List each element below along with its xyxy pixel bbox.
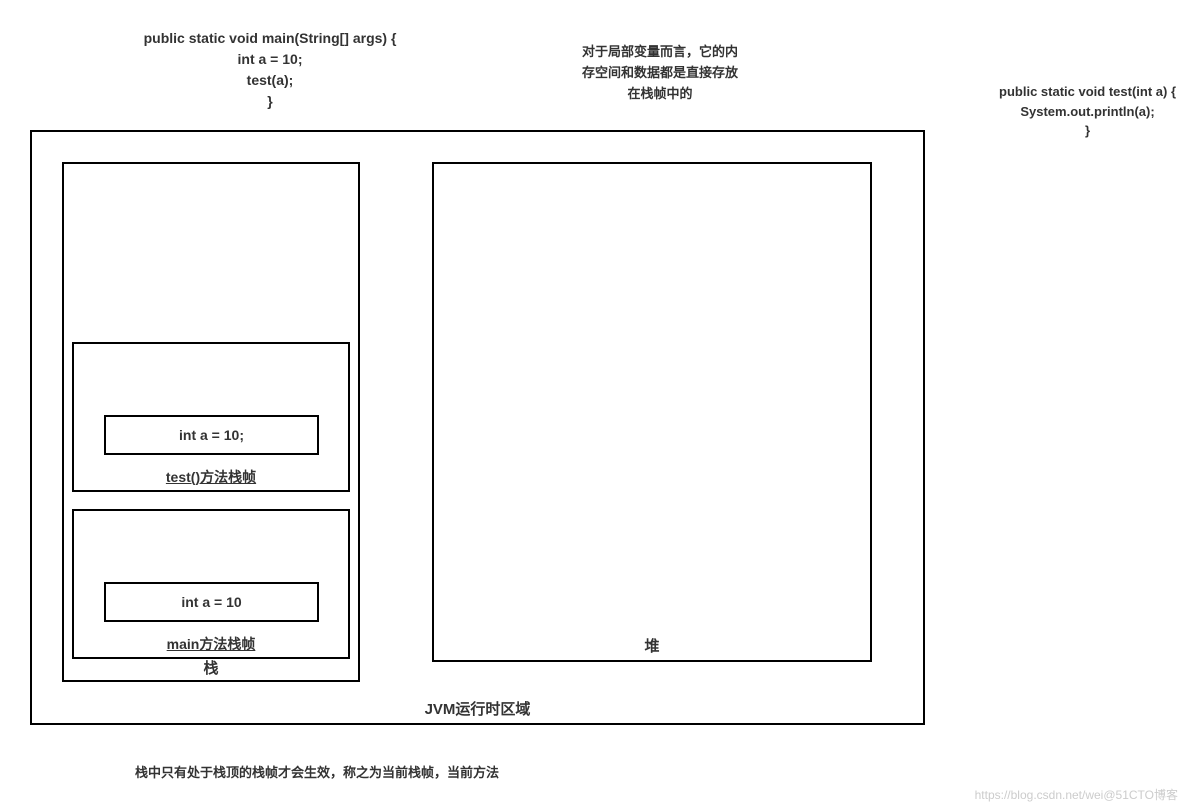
jvm-runtime-area: int a = 10; test()方法栈帧 int a = 10 main方法… — [30, 130, 925, 725]
annotation-text: 对于局部变量而言，它的内 存空间和数据都是直接存放 在栈帧中的 — [560, 42, 760, 104]
watermark-text: https://blog.csdn.net/wei@51CTO博客 — [975, 786, 1178, 803]
code-test-block: public static void test(int a) { System.… — [999, 82, 1176, 141]
annotation-line: 存空间和数据都是直接存放 — [560, 63, 760, 84]
code-line: public static void test(int a) { — [999, 82, 1176, 102]
main-frame-label: main方法栈帧 — [167, 634, 256, 654]
heap-area: 堆 — [432, 162, 872, 662]
code-line: } — [999, 121, 1176, 141]
stack-label: 栈 — [203, 657, 218, 678]
code-line: public static void main(String[] args) { — [95, 28, 445, 49]
stack-area: int a = 10; test()方法栈帧 int a = 10 main方法… — [62, 162, 360, 682]
main-frame-variable: int a = 10 — [104, 582, 319, 622]
code-line: System.out.println(a); — [999, 102, 1176, 122]
heap-label: 堆 — [644, 635, 659, 656]
test-frame-label: test()方法栈帧 — [166, 467, 256, 487]
code-line: int a = 10; — [95, 49, 445, 70]
code-line: } — [95, 91, 445, 112]
test-frame-variable: int a = 10; — [104, 415, 319, 455]
jvm-label: JVM运行时区域 — [425, 698, 531, 719]
code-line: test(a); — [95, 70, 445, 91]
annotation-line: 对于局部变量而言，它的内 — [560, 42, 760, 63]
annotation-line: 在栈帧中的 — [560, 84, 760, 105]
footnote-text: 栈中只有处于栈顶的栈帧才会生效，称之为当前栈帧，当前方法 — [135, 762, 499, 781]
main-stack-frame: int a = 10 main方法栈帧 — [72, 509, 350, 659]
code-main-block: public static void main(String[] args) {… — [95, 28, 445, 112]
test-stack-frame: int a = 10; test()方法栈帧 — [72, 342, 350, 492]
